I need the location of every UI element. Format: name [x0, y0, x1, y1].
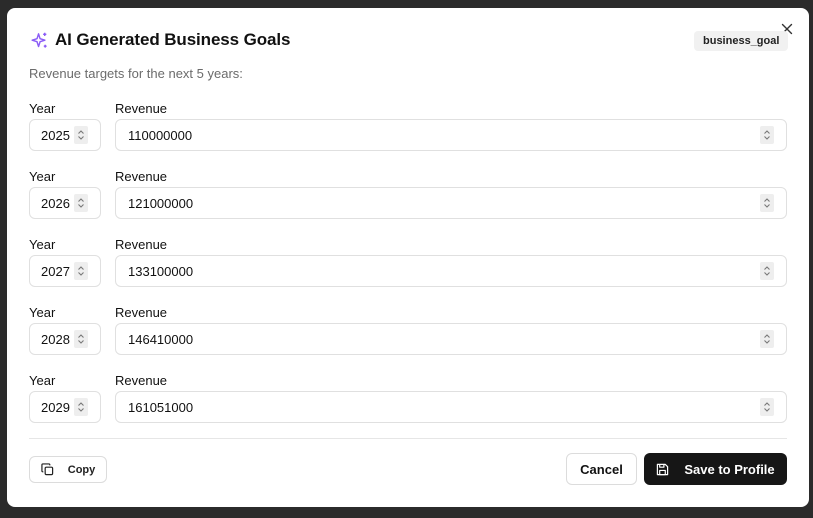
chevron-up-down-icon[interactable]: [74, 398, 88, 416]
sparkles-icon: [29, 30, 49, 50]
revenue-value: 110000000: [128, 127, 193, 143]
copy-icon: [41, 463, 54, 476]
revenue-value: 121000000: [128, 195, 194, 211]
dialog-title: AI Generated Business Goals: [55, 30, 291, 49]
revenue-label: Revenue: [115, 373, 168, 388]
year-input[interactable]: 2028: [29, 323, 101, 355]
dialog-subtitle: Revenue targets for the next 5 years:: [29, 66, 243, 81]
year-value: 2029: [41, 399, 70, 415]
chevron-up-down-icon[interactable]: [760, 126, 774, 144]
year-input[interactable]: 2029: [29, 391, 101, 423]
revenue-value: 161051000: [128, 399, 194, 415]
business-goals-dialog: AI Generated Business Goals business_goa…: [7, 8, 809, 507]
year-input[interactable]: 2026: [29, 187, 101, 219]
chevron-up-down-icon[interactable]: [74, 126, 88, 144]
footer-divider: [29, 438, 787, 439]
revenue-input[interactable]: 110000000: [115, 119, 787, 151]
revenue-label: Revenue: [115, 305, 168, 320]
year-input[interactable]: 2025: [29, 119, 101, 151]
goal-type-badge: business_goal: [694, 31, 789, 51]
save-to-profile-button[interactable]: Save to Profile: [644, 453, 787, 485]
target-row: Year Revenue 2026 121000000: [29, 168, 787, 236]
chevron-up-down-icon[interactable]: [760, 330, 774, 348]
revenue-value: 146410000: [128, 331, 194, 347]
year-label: Year: [29, 305, 56, 320]
target-row: Year Revenue 2029 161051000: [29, 372, 787, 440]
revenue-input[interactable]: 161051000: [115, 391, 787, 423]
target-row: Year Revenue 2028 146410000: [29, 304, 787, 372]
chevron-up-down-icon[interactable]: [760, 194, 774, 212]
chevron-up-down-icon[interactable]: [74, 330, 88, 348]
chevron-up-down-icon[interactable]: [74, 194, 88, 212]
save-label: Save to Profile: [684, 461, 775, 477]
revenue-label: Revenue: [115, 237, 168, 252]
dialog-header: AI Generated Business Goals: [29, 30, 290, 50]
year-label: Year: [29, 169, 56, 184]
revenue-input[interactable]: 133100000: [115, 255, 787, 287]
target-row: Year Revenue 2025 110000000: [29, 100, 787, 168]
revenue-value: 133100000: [128, 263, 194, 279]
chevron-up-down-icon[interactable]: [760, 398, 774, 416]
copy-button[interactable]: Copy: [29, 456, 107, 483]
revenue-input[interactable]: 121000000: [115, 187, 787, 219]
year-input[interactable]: 2027: [29, 255, 101, 287]
year-value: 2027: [41, 263, 70, 279]
copy-label: Copy: [67, 463, 96, 476]
year-value: 2026: [41, 195, 70, 211]
floppy-disk-icon: [656, 463, 669, 476]
cancel-button[interactable]: Cancel: [566, 453, 637, 485]
revenue-input[interactable]: 146410000: [115, 323, 787, 355]
year-label: Year: [29, 101, 56, 116]
revenue-label: Revenue: [115, 169, 168, 184]
cancel-label: Cancel: [580, 461, 623, 477]
chevron-up-down-icon[interactable]: [74, 262, 88, 280]
target-row: Year Revenue 2027 133100000: [29, 236, 787, 304]
revenue-targets-list: Year Revenue 2025 110000000 Year Revenue…: [29, 100, 787, 440]
year-value: 2028: [41, 331, 70, 347]
revenue-label: Revenue: [115, 101, 168, 116]
year-value: 2025: [41, 127, 70, 143]
chevron-up-down-icon[interactable]: [760, 262, 774, 280]
year-label: Year: [29, 237, 56, 252]
year-label: Year: [29, 373, 56, 388]
